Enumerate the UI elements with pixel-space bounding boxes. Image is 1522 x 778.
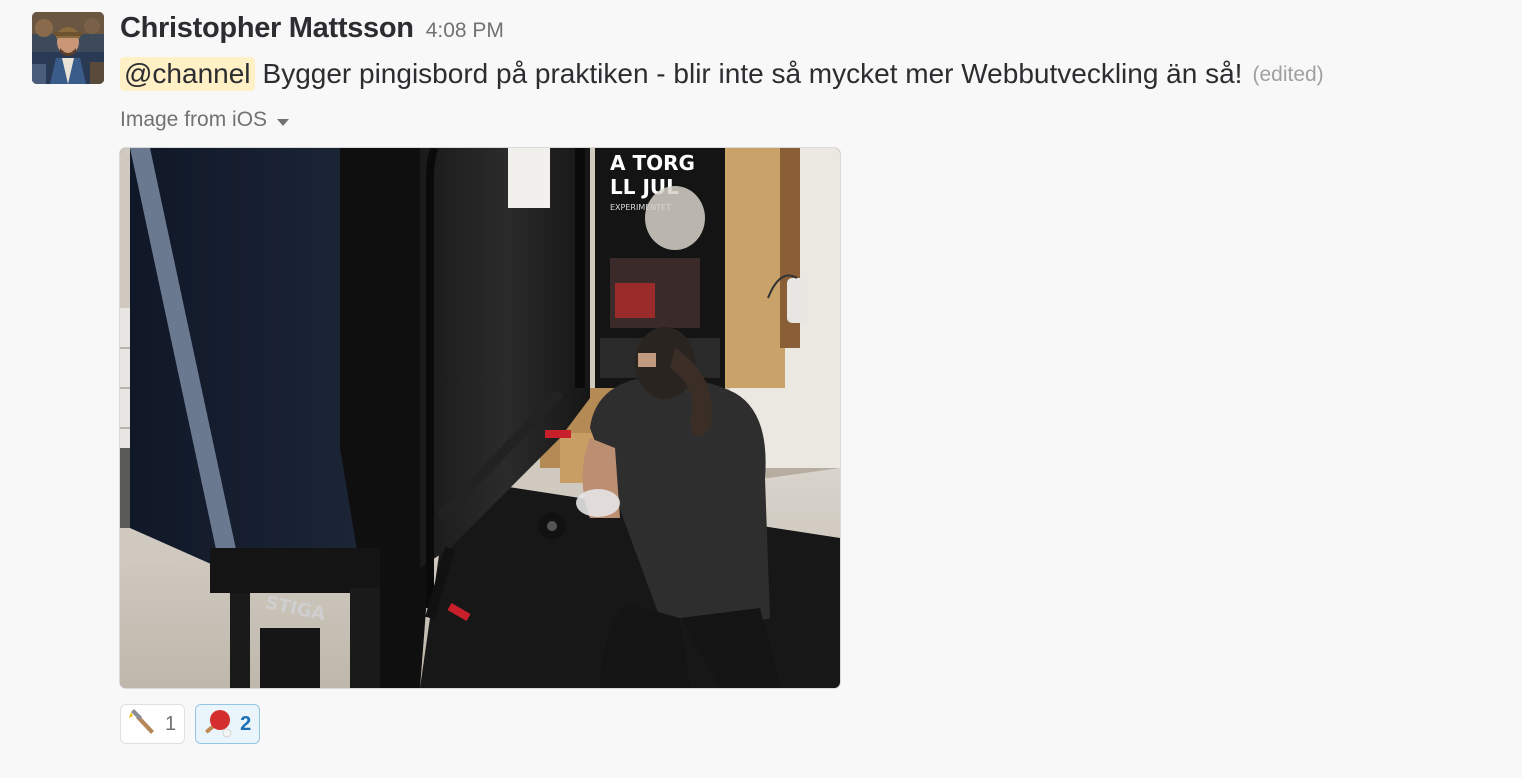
edited-label: (edited)	[1252, 63, 1324, 86]
photo-ping-pong-table: A TORG LL JUL EXPERIMENTET STIGA	[120, 148, 840, 688]
reactions-bar: 1 2	[120, 704, 261, 744]
channel-mention[interactable]: @channel	[120, 57, 255, 91]
message-header: Christopher Mattsson 4:08 PM	[120, 12, 504, 48]
message: Christopher Mattsson 4:08 PM @channel By…	[0, 0, 1522, 778]
reaction-table-tennis[interactable]: 2	[195, 704, 261, 744]
user-avatar-icon	[32, 12, 104, 84]
message-text: Bygger pingisbord på praktiken - blir in…	[262, 58, 1243, 89]
message-body: @channel Bygger pingisbord på praktiken …	[120, 54, 1324, 94]
caret-down-icon	[277, 118, 290, 126]
attached-image[interactable]: A TORG LL JUL EXPERIMENTET STIGA	[120, 148, 840, 688]
avatar[interactable]	[32, 12, 104, 84]
attachment-label: Image from iOS	[120, 108, 268, 131]
table-tennis-paddle-icon	[205, 710, 232, 738]
reaction-count: 1	[165, 712, 177, 735]
attachment-toggle[interactable]: Image from iOS	[120, 108, 290, 132]
reaction-hammer[interactable]: 1	[120, 704, 186, 744]
hammer-icon	[129, 709, 154, 734]
poster-line-1: A TORG	[610, 151, 695, 175]
sender-name[interactable]: Christopher Mattsson	[120, 12, 414, 45]
reaction-count: 2	[240, 712, 252, 735]
message-timestamp[interactable]: 4:08 PM	[426, 19, 504, 43]
